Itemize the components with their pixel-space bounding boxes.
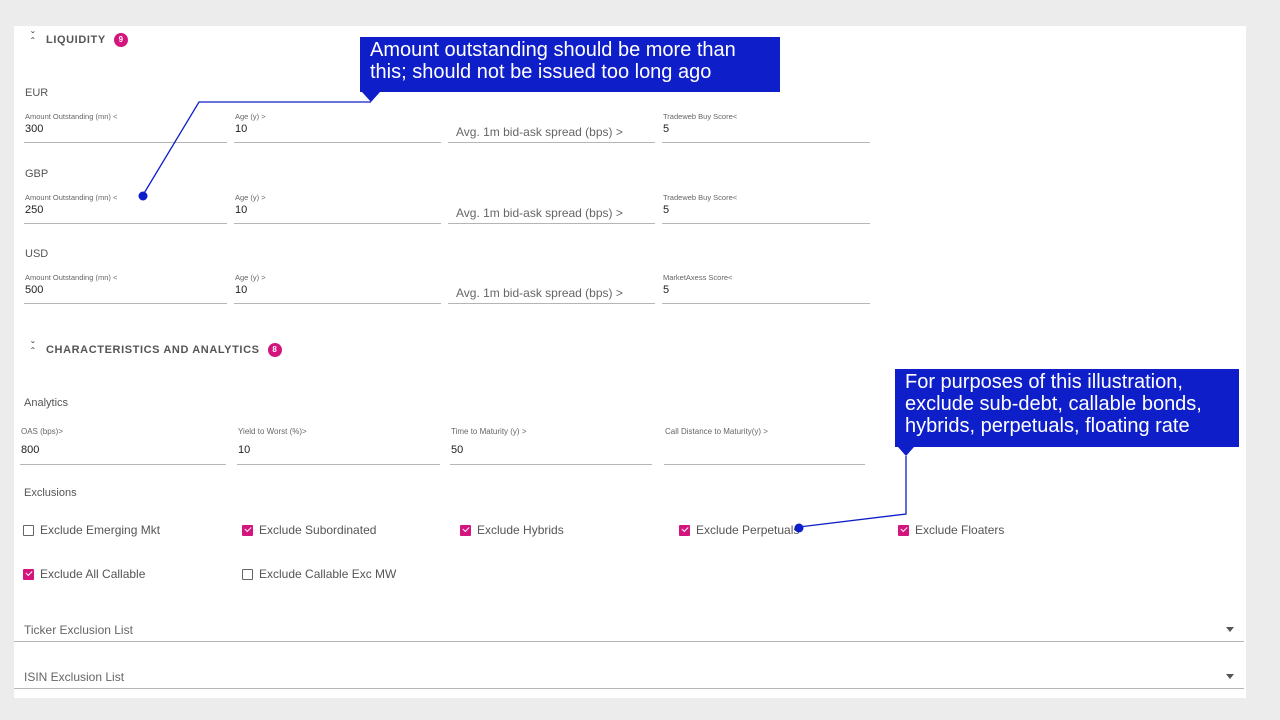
callout-text-line: this; should not be issued too long ago xyxy=(370,61,712,83)
checkbox-label: Exclude Perpetuals xyxy=(696,523,800,537)
eur-age-field[interactable]: Age (y) > xyxy=(234,112,441,143)
exclude-callable-exc-mw-checkbox[interactable]: Exclude Callable Exc MW xyxy=(242,567,396,581)
gbp-tradeweb-score-input[interactable] xyxy=(663,204,861,216)
field-label: MarketAxess Score< xyxy=(663,273,733,282)
checkbox-label: Exclude Subordinated xyxy=(259,523,377,537)
usd-amount-outstanding-input[interactable] xyxy=(25,284,218,296)
checkbox-label: Exclude Emerging Mkt xyxy=(40,523,161,537)
gbp-age-field[interactable]: Age (y) > xyxy=(234,193,441,224)
call-distance-input[interactable] xyxy=(665,444,856,456)
checkbox-label: Exclude Hybrids xyxy=(477,523,564,537)
field-label: Tradeweb Buy Score< xyxy=(663,112,738,121)
collapse-icon[interactable]: ˇˆ xyxy=(28,342,38,358)
currency-label-gbp: GBP xyxy=(25,168,49,180)
checkbox-checked-icon[interactable] xyxy=(242,524,253,536)
field-label: Tradeweb Buy Score< xyxy=(663,193,738,202)
yield-to-worst-field[interactable]: Yield to Worst (%)> xyxy=(237,427,440,465)
liquidity-count-badge: 9 xyxy=(113,33,128,47)
eur-tradeweb-score-input[interactable] xyxy=(663,123,861,135)
select-placeholder: ISIN Exclusion List xyxy=(24,670,125,684)
usd-age-input[interactable] xyxy=(235,284,432,296)
currency-label-usd: USD xyxy=(25,248,49,260)
collapse-icon[interactable]: ˇˆ xyxy=(28,32,38,48)
checkbox-label: Exclude Floaters xyxy=(915,523,1005,537)
characteristics-section-header[interactable]: ˇˆ CHARACTERISTICS AND ANALYTICS 8 xyxy=(28,342,282,358)
call-distance-field[interactable]: Call Distance to Maturity(y) > xyxy=(664,427,865,465)
filter-panel: ˇˆ LIQUIDITY 9 EUR Amount Outstanding (m… xyxy=(14,26,1246,698)
field-placeholder: Avg. 1m bid-ask spread (bps) > xyxy=(456,206,623,220)
callout-amount-outstanding: Amount outstanding should be more than t… xyxy=(360,37,780,92)
field-label: Call Distance to Maturity(y) > xyxy=(665,427,768,436)
callout-exclusions: For purposes of this illustration, exclu… xyxy=(895,369,1239,447)
callout-text-line: exclude sub-debt, callable bonds, xyxy=(905,393,1202,415)
dropdown-caret-icon[interactable] xyxy=(1226,627,1234,632)
currency-label-eur: EUR xyxy=(25,87,49,99)
isin-exclusion-select[interactable]: ISIN Exclusion List xyxy=(14,666,1244,689)
select-placeholder: Ticker Exclusion List xyxy=(24,623,133,637)
field-label: Age (y) > xyxy=(235,273,266,282)
checkbox-checked-icon[interactable] xyxy=(679,524,690,536)
time-to-maturity-input[interactable] xyxy=(451,444,643,456)
time-to-maturity-field[interactable]: Time to Maturity (y) > xyxy=(450,427,652,465)
field-label: Age (y) > xyxy=(235,112,266,121)
checkbox-checked-icon[interactable] xyxy=(898,524,909,536)
gbp-amount-outstanding-field[interactable]: Amount Outstanding (mn) < xyxy=(24,193,227,224)
field-placeholder: Avg. 1m bid-ask spread (bps) > xyxy=(456,125,623,139)
exclusions-label: Exclusions xyxy=(24,487,77,499)
callout-text-line: Amount outstanding should be more than xyxy=(370,39,736,61)
eur-amount-outstanding-input[interactable] xyxy=(25,123,218,135)
characteristics-count-badge: 8 xyxy=(267,343,282,357)
field-label: OAS (bps)> xyxy=(21,427,64,436)
exclude-floaters-checkbox[interactable]: Exclude Floaters xyxy=(898,523,1004,537)
eur-age-input[interactable] xyxy=(235,123,432,135)
ticker-exclusion-select[interactable]: Ticker Exclusion List xyxy=(14,619,1244,642)
gbp-amount-outstanding-input[interactable] xyxy=(25,204,218,216)
characteristics-title: CHARACTERISTICS AND ANALYTICS xyxy=(46,344,260,356)
checkbox-unchecked-icon[interactable] xyxy=(23,524,34,536)
usd-age-field[interactable]: Age (y) > xyxy=(234,273,441,304)
field-label: Amount Outstanding (mn) < xyxy=(25,193,118,202)
eur-tradeweb-score-field[interactable]: Tradeweb Buy Score< xyxy=(662,112,870,143)
field-label: Yield to Worst (%)> xyxy=(238,427,307,436)
gbp-tradeweb-score-field[interactable]: Tradeweb Buy Score< xyxy=(662,193,870,224)
eur-amount-outstanding-field[interactable]: Amount Outstanding (mn) < xyxy=(24,112,227,143)
field-label: Amount Outstanding (mn) < xyxy=(25,112,118,121)
exclude-subordinated-checkbox[interactable]: Exclude Subordinated xyxy=(242,523,376,537)
callout-text-line: hybrids, perpetuals, floating rate xyxy=(905,415,1190,437)
field-label: Time to Maturity (y) > xyxy=(451,427,527,436)
checkbox-label: Exclude Callable Exc MW xyxy=(259,567,397,581)
usd-marketaxess-score-input[interactable] xyxy=(663,284,861,296)
gbp-age-input[interactable] xyxy=(235,204,432,216)
checkbox-checked-icon[interactable] xyxy=(23,568,34,580)
liquidity-title: LIQUIDITY xyxy=(46,34,106,46)
exclude-hybrids-checkbox[interactable]: Exclude Hybrids xyxy=(460,523,564,537)
exclude-emerging-mkt-checkbox[interactable]: Exclude Emerging Mkt xyxy=(23,523,160,537)
exclude-perpetuals-checkbox[interactable]: Exclude Perpetuals xyxy=(679,523,799,537)
yield-to-worst-input[interactable] xyxy=(238,444,431,456)
checkbox-label: Exclude All Callable xyxy=(40,567,146,581)
usd-marketaxess-score-field[interactable]: MarketAxess Score< xyxy=(662,273,870,304)
checkbox-unchecked-icon[interactable] xyxy=(242,568,253,580)
usd-bid-ask-spread-field[interactable]: Avg. 1m bid-ask spread (bps) > xyxy=(448,273,655,304)
callout-text-line: For purposes of this illustration, xyxy=(905,371,1183,393)
field-label: Age (y) > xyxy=(235,193,266,202)
oas-input[interactable] xyxy=(21,444,217,456)
exclude-all-callable-checkbox[interactable]: Exclude All Callable xyxy=(23,567,145,581)
field-label: Amount Outstanding (mn) < xyxy=(25,273,118,282)
eur-bid-ask-spread-field[interactable]: Avg. 1m bid-ask spread (bps) > xyxy=(448,112,655,143)
oas-field[interactable]: OAS (bps)> xyxy=(20,427,226,465)
dropdown-caret-icon[interactable] xyxy=(1226,674,1234,679)
liquidity-section-header[interactable]: ˇˆ LIQUIDITY 9 xyxy=(28,32,128,48)
gbp-bid-ask-spread-field[interactable]: Avg. 1m bid-ask spread (bps) > xyxy=(448,193,655,224)
analytics-label: Analytics xyxy=(24,397,69,409)
usd-amount-outstanding-field[interactable]: Amount Outstanding (mn) < xyxy=(24,273,227,304)
field-placeholder: Avg. 1m bid-ask spread (bps) > xyxy=(456,286,623,300)
checkbox-checked-icon[interactable] xyxy=(460,524,471,536)
